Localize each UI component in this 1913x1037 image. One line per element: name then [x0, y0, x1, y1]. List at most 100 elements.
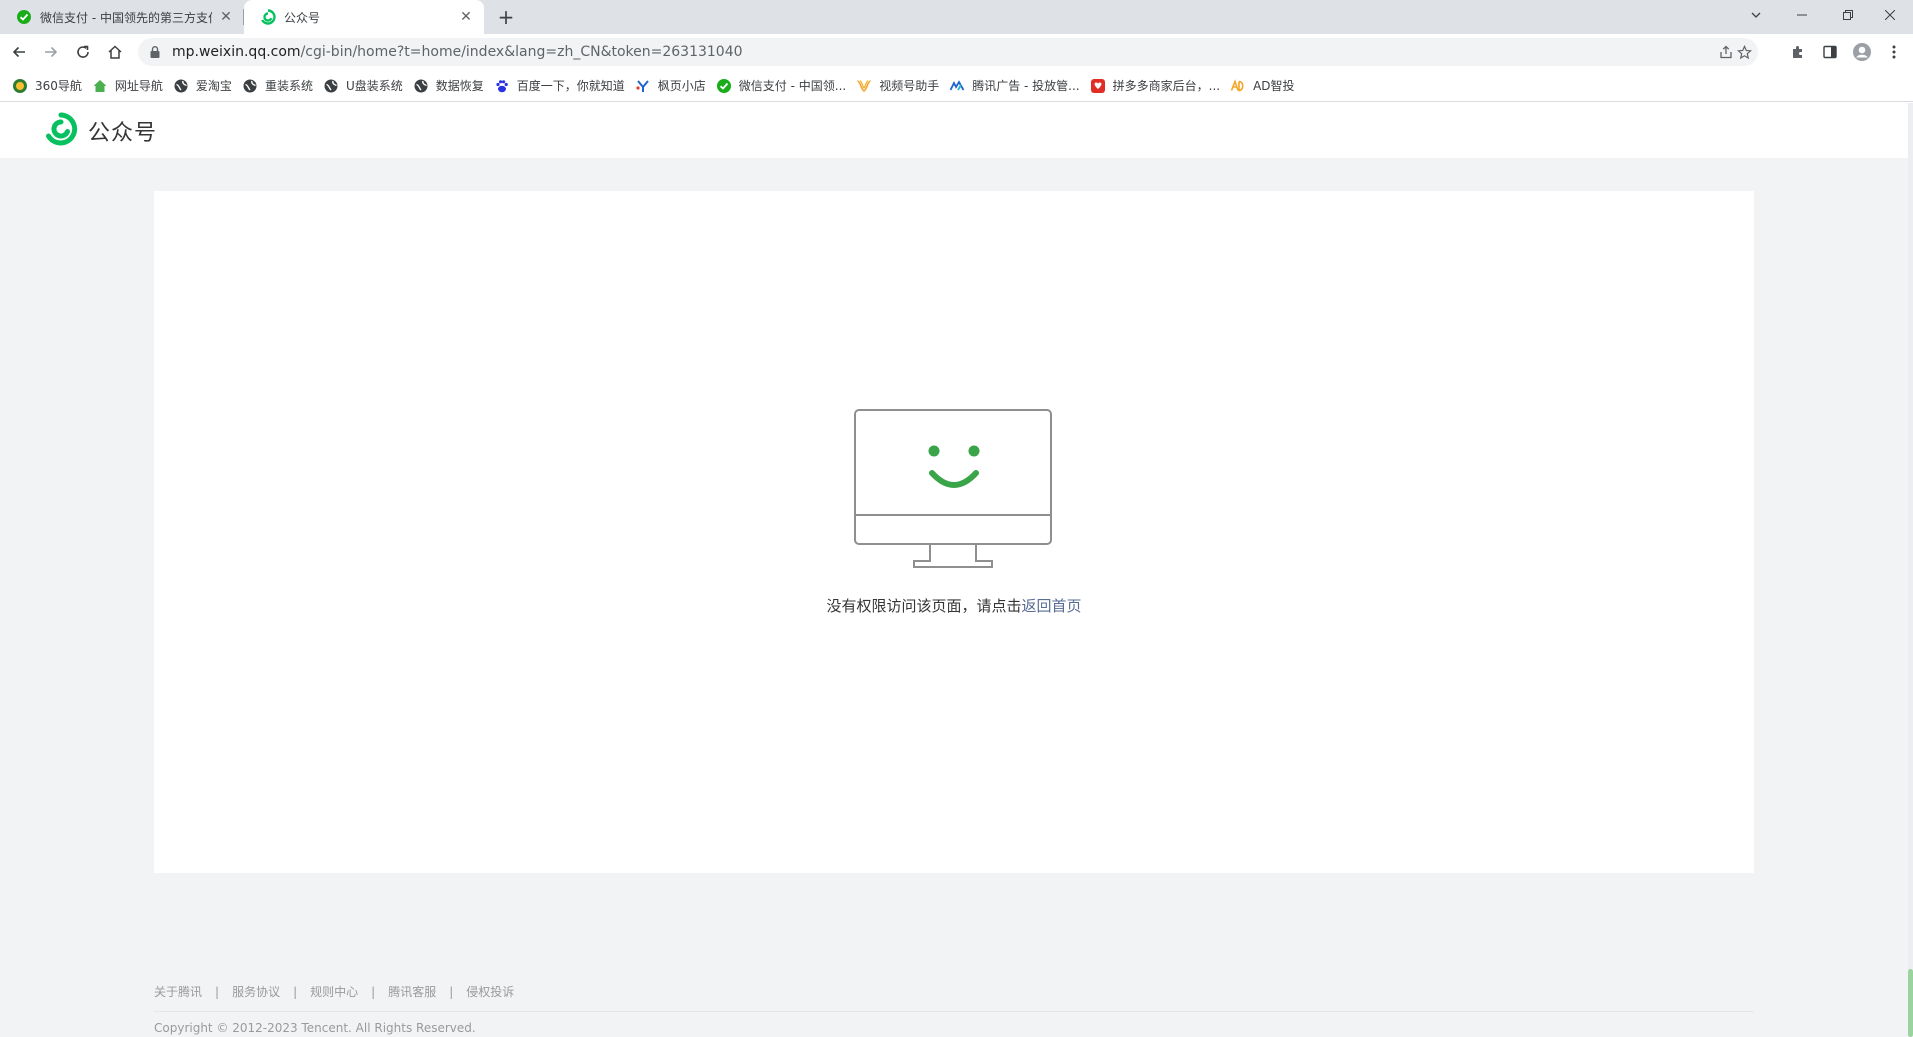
profile-button[interactable]: [1848, 38, 1876, 66]
menu-button[interactable]: [1880, 38, 1908, 66]
mp-logo-icon[interactable]: [44, 112, 78, 146]
house-icon: [93, 79, 107, 92]
bookmark-baidu[interactable]: 百度一下，你就知道: [492, 72, 633, 100]
footer-link-infringement[interactable]: 侵权投诉: [466, 983, 514, 1000]
tab-title: 公众号: [284, 10, 321, 25]
bookmark-maple-shop[interactable]: 枫页小店: [633, 72, 714, 100]
bookmark-label: 拼多多商家后台，...: [1112, 79, 1221, 93]
footer-separator: |: [449, 984, 454, 999]
baidu-paw-icon: [496, 79, 508, 92]
url-text: mp.weixin.qq.com/cgi-bin/home?t=home/ind…: [172, 44, 743, 60]
bookmark-label: AD智投: [1253, 79, 1295, 93]
puzzle-icon: [1793, 46, 1802, 58]
page-body: 公众号 没有权限访问该页面，请点击返回首页 关于腾讯 | 服务协议 | 规则中心…: [0, 103, 1913, 1037]
bookmark-ai-taobao[interactable]: 爱淘宝: [171, 72, 240, 100]
arrow-left-icon: [12, 46, 25, 58]
monitor-smile-icon: [854, 409, 1052, 568]
browser-toolbar: mp.weixin.qq.com/cgi-bin/home?t=home/ind…: [0, 34, 1913, 70]
home-button[interactable]: [101, 38, 129, 66]
bookmark-usb-install[interactable]: U盘装系统: [321, 72, 411, 100]
footer-link-about-tencent[interactable]: 关于腾讯: [154, 983, 202, 1000]
tencent-ads-icon: [949, 79, 965, 90]
bookmark-pinduoduo[interactable]: 拼多多商家后台，...: [1088, 72, 1228, 100]
back-home-link[interactable]: 返回首页: [1022, 597, 1082, 615]
error-text: 没有权限访问该页面，请点击: [826, 597, 1022, 615]
avatar-icon: [1853, 43, 1871, 61]
bookmark-label: 爱淘宝: [195, 79, 232, 93]
pinduoduo-icon: [1090, 78, 1105, 93]
bookmark-wechat-pay[interactable]: 微信支付 - 中国领...: [714, 72, 854, 100]
bookmark-label: 360导航: [35, 79, 82, 93]
bookmark-360[interactable]: 360导航: [10, 72, 90, 100]
globe-icon: [324, 79, 338, 92]
bookmark-tencent-ads[interactable]: 腾讯广告 - 投放管...: [947, 72, 1087, 100]
more-vertical-icon: [1892, 45, 1896, 59]
lock-icon[interactable]: [148, 45, 162, 59]
bookmark-label: 网址导航: [114, 79, 163, 93]
reload-icon: [77, 45, 89, 58]
footer-separator: |: [293, 984, 298, 999]
footer-separator: |: [215, 984, 220, 999]
footer-link-rules-center[interactable]: 规则中心: [310, 983, 358, 1000]
back-button[interactable]: [5, 38, 33, 66]
minimize-button[interactable]: [1779, 0, 1825, 30]
bookmark-ad-smart[interactable]: AD智投: [1228, 72, 1302, 100]
side-panel-icon: [1823, 45, 1837, 59]
restore-button[interactable]: [1825, 0, 1871, 30]
minimize-icon: [1797, 14, 1807, 16]
address-bar[interactable]: mp.weixin.qq.com/cgi-bin/home?t=home/ind…: [138, 38, 1758, 66]
url-path: /cgi-bin/home?t=home/index&lang=zh_CN&to…: [300, 44, 743, 60]
arrow-right-icon: [45, 46, 58, 58]
side-panel-button[interactable]: [1816, 38, 1844, 66]
footer-link-service-agreement[interactable]: 服务协议: [232, 983, 280, 1000]
home-icon: [108, 45, 122, 59]
360-icon: [13, 78, 27, 93]
close-window-button[interactable]: [1867, 0, 1913, 30]
footer-link-customer-service[interactable]: 腾讯客服: [388, 983, 436, 1000]
footer-links: 关于腾讯 | 服务协议 | 规则中心 | 腾讯客服 | 侵权投诉: [154, 983, 514, 1000]
browser-tabstrip: 微信支付 - 中国领先的第三方支付 ✕ 公众号 ✕ +: [0, 0, 1913, 34]
bookmark-reinstall[interactable]: 重装系统: [240, 72, 321, 100]
ad-icon: [1230, 78, 1244, 91]
bookmark-label: 腾讯广告 - 投放管...: [972, 79, 1080, 93]
bookmark-label: 重装系统: [264, 79, 313, 93]
globe-icon: [414, 79, 428, 92]
mp-logo-icon: [261, 9, 276, 25]
new-tab-button[interactable]: +: [494, 5, 518, 29]
bookmark-channels-assistant[interactable]: 视频号助手: [854, 72, 947, 100]
close-icon[interactable]: ✕: [458, 9, 474, 25]
url-host: mp.weixin.qq.com: [172, 44, 301, 60]
close-icon[interactable]: ✕: [218, 9, 234, 25]
brand-name[interactable]: 公众号: [88, 115, 157, 147]
scrollbar-track[interactable]: [1908, 103, 1913, 1037]
globe-icon: [174, 79, 188, 92]
wechat-pay-icon: [716, 78, 731, 93]
footer-divider: [154, 1011, 1754, 1012]
bookmark-label: 数据恢复: [435, 79, 484, 93]
bookmark-label: 枫页小店: [657, 79, 706, 93]
error-card: 没有权限访问该页面，请点击返回首页: [154, 191, 1754, 873]
tab-wechat-pay[interactable]: 微信支付 - 中国领先的第三方支付 ✕: [0, 0, 244, 34]
footer-separator: |: [371, 984, 376, 999]
bookmark-label: 百度一下，你就知道: [516, 79, 625, 93]
wechat-pay-icon: [17, 10, 31, 24]
restore-icon: [1843, 10, 1853, 20]
bookmark-data-recovery[interactable]: 数据恢复: [411, 72, 492, 100]
close-icon: [1885, 10, 1895, 20]
bookmark-label: 微信支付 - 中国领...: [738, 79, 847, 93]
bookmark-star-button[interactable]: [1730, 38, 1758, 66]
extensions-button[interactable]: [1784, 38, 1812, 66]
forward-button[interactable]: [37, 38, 65, 66]
bookmark-label: U盘装系统: [345, 79, 403, 93]
tab-mp[interactable]: 公众号 ✕: [244, 0, 484, 34]
globe-icon: [243, 79, 257, 92]
tab-search-button[interactable]: [1733, 0, 1779, 30]
channels-icon: [857, 79, 872, 92]
copyright: Copyright © 2012-2023 Tencent. All Right…: [154, 1021, 476, 1035]
bookmarks-bar: 360导航 网址导航 爱淘宝 重装系统 U盘装系统 数据恢复 百度一下，你就知道…: [0, 70, 1913, 102]
bookmark-url-nav[interactable]: 网址导航: [90, 72, 171, 100]
maple-icon: [636, 79, 649, 92]
reload-button[interactable]: [69, 38, 97, 66]
scrollbar-thumb[interactable]: [1908, 969, 1913, 1037]
error-message: 没有权限访问该页面，请点击返回首页: [154, 595, 1754, 616]
